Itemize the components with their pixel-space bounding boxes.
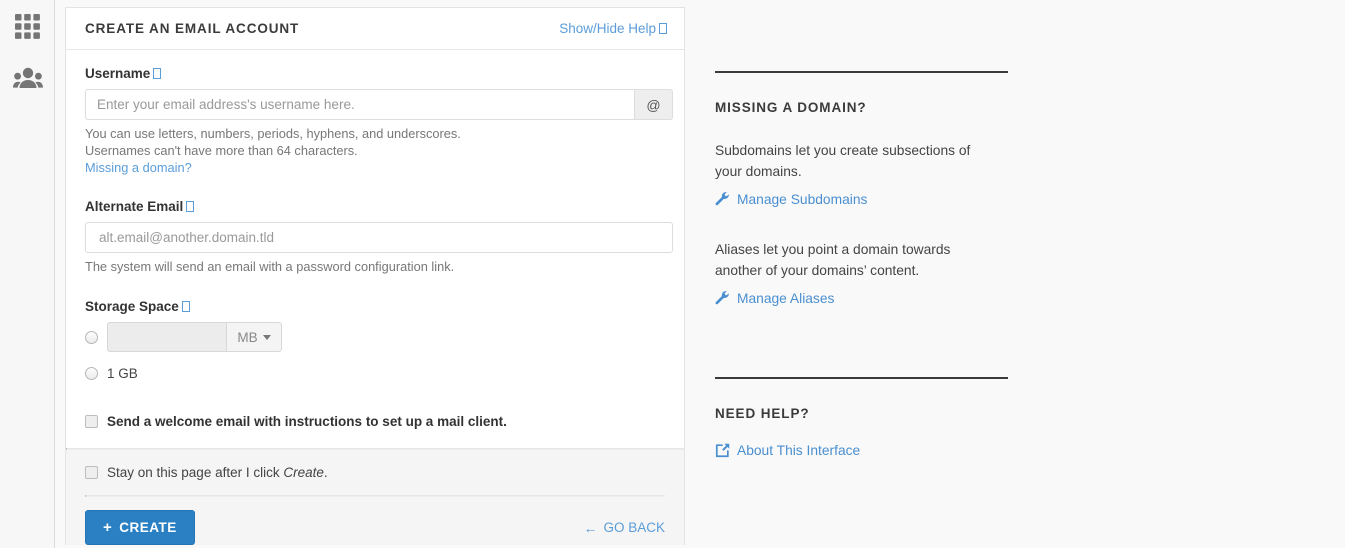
welcome-email-checkbox[interactable]	[85, 415, 98, 428]
create-button[interactable]: + CREATE	[85, 510, 195, 545]
username-help-icon[interactable]	[153, 68, 162, 79]
go-back-link[interactable]: ← GO BACK	[583, 520, 665, 535]
alternate-email-input[interactable]	[85, 222, 673, 253]
alternate-email-hint: The system will send an email with a pas…	[85, 259, 455, 274]
stay-on-page-emphasis: Create	[283, 465, 324, 480]
alternate-email-label-text: Alternate Email	[85, 199, 184, 214]
chevron-down-icon	[262, 334, 271, 340]
wrench-icon	[715, 192, 730, 207]
storage-preset-label: 1 GB	[107, 366, 138, 381]
storage-space-label-text: Storage Space	[85, 299, 179, 314]
stay-on-page-checkbox[interactable]	[85, 466, 98, 479]
help-section-rule	[715, 71, 1008, 73]
storage-unit-dropdown[interactable]: MB	[227, 322, 282, 352]
sidebar-item-users[interactable]	[0, 52, 55, 104]
storage-space-label: Storage Space	[85, 299, 665, 314]
card-body: Username @ You can use letters, numbers,…	[66, 50, 684, 429]
help-section-missing-domain: MISSING A DOMAIN? Subdomains let you cre…	[715, 71, 1008, 309]
create-email-account-card: CREATE AN EMAIL ACCOUNT Show/Hide Help U…	[65, 7, 685, 545]
about-this-interface-label: About This Interface	[737, 443, 861, 458]
arrow-left-icon: ←	[583, 519, 598, 536]
create-button-label: CREATE	[119, 520, 177, 535]
help-section-heading: MISSING A DOMAIN?	[715, 100, 867, 115]
welcome-email-row: Send a welcome email with instructions t…	[85, 414, 665, 429]
at-symbol-addon[interactable]: @	[635, 89, 673, 120]
username-hint-2: Usernames can't have more than 64 charac…	[85, 143, 358, 158]
sidebar-item-apps[interactable]	[0, 0, 55, 52]
apps-grid-icon	[14, 13, 41, 40]
card-header: CREATE AN EMAIL ACCOUNT Show/Hide Help	[66, 8, 684, 50]
welcome-email-label: Send a welcome email with instructions t…	[107, 414, 507, 429]
manage-subdomains-label: Manage Subdomains	[737, 192, 868, 207]
help-info-icon	[659, 23, 667, 34]
footer-actions: + CREATE ← GO BACK	[85, 497, 665, 545]
manage-aliases-link[interactable]: Manage Aliases	[715, 291, 834, 306]
storage-preset-radio[interactable]	[85, 367, 98, 380]
about-this-interface-link[interactable]: About This Interface	[715, 443, 860, 458]
username-label: Username	[85, 66, 665, 81]
card-footer: Stay on this page after I click Create. …	[66, 450, 684, 545]
plus-icon: +	[103, 519, 113, 536]
storage-custom-radio[interactable]	[85, 330, 98, 344]
storage-space-help-icon[interactable]	[181, 301, 190, 312]
stay-on-page-prefix: Stay on this page after I click	[107, 465, 284, 480]
help-section-need-help: NEED HELP? About This Interface	[715, 377, 1008, 461]
help-section-rule-2	[715, 377, 1008, 379]
show-hide-help-label: Show/Hide Help	[559, 21, 656, 36]
wrench-icon	[715, 291, 730, 306]
help-section-heading-2: NEED HELP?	[715, 406, 810, 421]
storage-quantity-group: MB	[107, 322, 282, 352]
external-link-icon	[715, 443, 730, 458]
app-root: CREATE AN EMAIL ACCOUNT Show/Hide Help U…	[0, 0, 1345, 548]
username-input-group: @	[85, 89, 673, 120]
go-back-label: GO BACK	[603, 520, 665, 535]
left-sidebar	[0, 0, 55, 548]
storage-quantity-input[interactable]	[107, 322, 227, 352]
storage-preset-row: 1 GB	[85, 366, 665, 381]
username-hints: You can use letters, numbers, periods, h…	[85, 125, 665, 159]
stay-on-page-suffix: .	[323, 465, 328, 480]
main-content: CREATE AN EMAIL ACCOUNT Show/Hide Help U…	[56, 0, 1345, 548]
stay-on-page-label: Stay on this page after I click Create.	[107, 465, 328, 480]
alternate-email-label: Alternate Email	[85, 199, 665, 214]
help-paragraph-2: Aliases let you point a domain towards a…	[715, 242, 951, 278]
stay-on-page-row: Stay on this page after I click Create.	[85, 465, 665, 480]
manage-aliases-label: Manage Aliases	[737, 291, 835, 306]
alternate-email-help-icon[interactable]	[186, 201, 195, 212]
show-hide-help-link[interactable]: Show/Hide Help	[559, 21, 667, 36]
users-group-icon	[12, 67, 43, 89]
username-hint-1: You can use letters, numbers, periods, h…	[85, 126, 461, 141]
page-title: CREATE AN EMAIL ACCOUNT	[85, 21, 300, 36]
storage-custom-row: MB	[85, 322, 665, 352]
username-label-text: Username	[85, 66, 151, 81]
missing-a-domain-link[interactable]: Missing a domain?	[85, 160, 192, 175]
manage-subdomains-link[interactable]: Manage Subdomains	[715, 192, 867, 207]
help-paragraph: Subdomains let you create subsections of…	[715, 143, 971, 179]
storage-unit-label: MB	[237, 329, 258, 345]
username-input[interactable]	[85, 89, 635, 120]
